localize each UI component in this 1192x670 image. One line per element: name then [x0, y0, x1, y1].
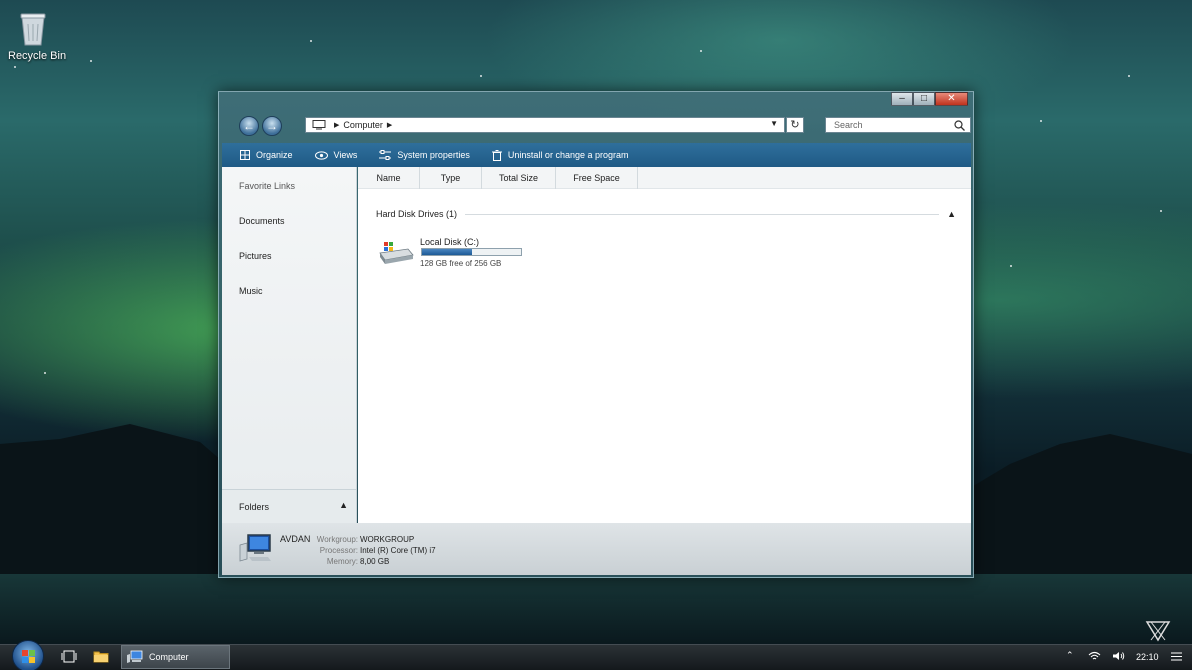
search-input[interactable]: Search	[825, 117, 971, 133]
folders-label: Folders	[239, 502, 270, 512]
views-button[interactable]: Views	[314, 150, 358, 160]
group-header-hard-disk-drives[interactable]: Hard Disk Drives (1) ▲	[376, 208, 956, 220]
favorite-links-heading: Favorite Links	[239, 181, 296, 191]
drive-free-space: 128 GB free of 256 GB	[420, 259, 502, 268]
trash-icon	[491, 149, 502, 161]
chevron-up-icon[interactable]: ⌃	[1066, 650, 1074, 661]
uninstall-program-label: Uninstall or change a program	[507, 150, 629, 160]
detail-key: Processor:	[319, 546, 358, 555]
detail-workgroup: Workgroup: WORKGROUP	[306, 535, 466, 544]
nav-item-pictures[interactable]: Pictures	[239, 251, 272, 261]
drive-usage-fill	[422, 249, 472, 255]
column-header-name[interactable]: Name	[358, 167, 420, 189]
taskbar-item-computer[interactable]: Computer	[121, 645, 230, 669]
taskbar-item-label: Computer	[149, 652, 189, 662]
column-header-type[interactable]: Type	[420, 167, 482, 189]
navigation-pane: Favorite Links Documents Pictures Music	[222, 167, 357, 489]
detail-key: Workgroup:	[316, 535, 358, 544]
detail-value: WORKGROUP	[360, 535, 415, 544]
recycle-bin-shortcut[interactable]: Recycle Bin	[8, 12, 67, 62]
chevron-up-icon[interactable]: ▲	[947, 209, 956, 219]
file-explorer-icon[interactable]	[93, 650, 109, 663]
command-toolbar: Organize Views System properties Uninsta…	[222, 143, 971, 167]
system-properties-button[interactable]: System properties	[379, 150, 470, 160]
close-button[interactable]: ✕	[935, 92, 968, 106]
chevron-up-icon: ▲	[339, 500, 348, 510]
recycle-bin-icon	[20, 13, 46, 46]
column-header-free-space[interactable]: Free Space	[556, 167, 638, 189]
minimize-button[interactable]: –	[891, 92, 913, 106]
folders-toggle[interactable]: Folders ▲	[222, 489, 357, 523]
column-header-total-size[interactable]: Total Size	[482, 167, 556, 189]
system-properties-label: System properties	[397, 150, 470, 160]
wifi-icon[interactable]	[1088, 651, 1101, 661]
back-button[interactable]: ←	[239, 116, 259, 136]
drive-item-local-disk[interactable]: Local Disk (C:) 128 GB free of 256 GB	[378, 237, 578, 273]
minimize-icon: –	[899, 93, 905, 104]
maximize-button[interactable]: □	[913, 92, 935, 106]
maximize-icon: □	[920, 93, 928, 104]
organize-button[interactable]: Organize	[240, 150, 293, 160]
arrow-right-icon: →	[266, 119, 278, 133]
forward-button[interactable]: →	[262, 116, 282, 136]
clock[interactable]: 22:10	[1136, 652, 1159, 662]
lake-reflection	[0, 574, 1192, 644]
file-list-pane: Name Type Total Size Free Space Hard Dis…	[358, 167, 971, 523]
refresh-button[interactable]: ↻	[786, 117, 804, 133]
breadcrumb-arrow-icon[interactable]: ▶	[387, 121, 392, 129]
breadcrumb-arrow-icon: ▶	[334, 122, 340, 129]
chevron-down-icon[interactable]: ▼	[770, 119, 778, 128]
notifications-icon[interactable]	[1171, 652, 1182, 661]
uninstall-program-button[interactable]: Uninstall or change a program	[491, 149, 629, 161]
hard-drive-icon	[379, 242, 414, 264]
logo-icon	[1145, 621, 1171, 642]
views-label: Views	[333, 150, 358, 160]
close-icon: ✕	[947, 93, 956, 104]
sliders-icon	[379, 150, 392, 160]
explorer-window: – □ ✕ ← → ▶ Computer ▶ ▼ ↻ Search Organi…	[218, 91, 974, 578]
breadcrumb-computer[interactable]: Computer	[343, 120, 383, 130]
start-button[interactable]	[12, 640, 44, 670]
navigation-row: ← → ▶ Computer ▶ ▼ ↻ Search	[239, 116, 971, 136]
computer-icon	[239, 534, 271, 562]
organize-label: Organize	[256, 150, 293, 160]
group-title: Hard Disk Drives (1)	[376, 209, 458, 219]
computer-icon	[312, 120, 326, 130]
column-headers: Name Type Total Size Free Space	[358, 167, 971, 189]
windows-logo-icon	[22, 650, 35, 663]
detail-value: 8,00 GB	[360, 557, 390, 566]
nav-item-music[interactable]: Music	[239, 286, 263, 296]
refresh-icon: ↻	[790, 119, 800, 131]
drive-name: Local Disk (C:)	[420, 237, 480, 247]
caption-buttons: – □ ✕	[891, 92, 968, 107]
volume-icon[interactable]	[1112, 651, 1125, 661]
detail-value: Intel (R) Core (TM) i7	[360, 546, 436, 555]
search-icon[interactable]	[954, 120, 965, 131]
recycle-bin-label: Recycle Bin	[8, 50, 67, 62]
nav-item-documents[interactable]: Documents	[239, 216, 285, 226]
computer-icon	[127, 650, 143, 663]
detail-processor: Processor: Intel (R) Core (TM) i7	[306, 546, 466, 555]
address-bar[interactable]: ▶ Computer ▶ ▼	[305, 117, 785, 133]
details-pane: AVDAN Workgroup: WORKGROUP Processor: In…	[222, 523, 971, 575]
drive-usage-bar	[421, 248, 522, 256]
search-placeholder: Search	[834, 120, 863, 130]
grid-icon	[240, 150, 250, 160]
detail-memory: Memory: 8,00 GB	[306, 557, 466, 566]
arrow-left-icon: ←	[243, 119, 255, 133]
eye-icon	[314, 150, 328, 160]
task-view-icon[interactable]	[61, 650, 77, 663]
detail-key: Memory:	[326, 557, 358, 566]
group-divider	[465, 213, 940, 215]
